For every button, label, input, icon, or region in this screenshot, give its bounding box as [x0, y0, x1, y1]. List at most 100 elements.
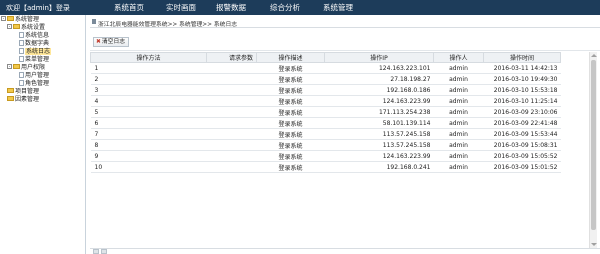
cell-ip: 124.163.223.99	[324, 150, 434, 162]
table-row[interactable]: 9 登录系统 124.163.223.99 admin 2016-03-09 15:05…	[90, 150, 561, 162]
file-icon	[19, 80, 24, 86]
table-row[interactable]: 4 登录系统 124.163.223.99 admin 2016-03-10 11:25…	[90, 95, 561, 107]
clear-log-button[interactable]: ✖清空日志	[93, 37, 130, 47]
col-time[interactable]: 操作时间	[483, 52, 561, 63]
cell-time: 2016-03-10 15:53:18	[483, 84, 561, 96]
cell-params	[206, 73, 257, 85]
cell-params	[206, 150, 257, 162]
table-header-row: 操作方法 请求参数 操作描述 操作IP 操作人 操作时间	[90, 52, 561, 63]
tree-node-factor-admin[interactable]: 因素管理	[7, 96, 39, 104]
cell-params	[206, 106, 257, 118]
collapse-icon[interactable]: -	[7, 24, 12, 29]
col-desc[interactable]: 操作描述	[256, 52, 325, 63]
table-row[interactable]: 7 登录系统 113.57.245.158 admin 2016-03-09 15:53…	[90, 128, 561, 140]
cell-params	[206, 62, 257, 74]
scroll-thumb[interactable]	[591, 60, 596, 230]
cell-params	[206, 84, 257, 96]
cell-ip: 192.168.0.241	[324, 161, 434, 173]
tree-node-data-dict[interactable]: 数据字典	[19, 40, 49, 48]
tree-node-user-perm[interactable]: - 用户权限	[7, 64, 45, 72]
tree-node-menu-admin[interactable]: 菜单管理	[19, 56, 49, 64]
toolbar: ✖清空日志	[90, 33, 600, 51]
top-header: 欢迎【admin】登录 系统首页 实时画面 报警数据 综合分析 系统管理	[0, 0, 600, 15]
welcome-text: 欢迎【admin】登录	[6, 4, 70, 12]
nav-analysis[interactable]: 综合分析	[270, 2, 300, 13]
cell-user: admin	[433, 106, 484, 118]
file-icon	[19, 56, 24, 62]
delete-icon: ✖	[96, 39, 101, 45]
tree-node-project-admin[interactable]: 项目管理	[7, 88, 39, 96]
cell-time: 2016-03-10 19:49:30	[483, 73, 561, 85]
tree-node-system-info[interactable]: 系统信息	[19, 32, 49, 40]
table-row[interactable]: 2 登录系统 27.18.198.27 admin 2016-03-10 19:49:3…	[90, 73, 561, 85]
table-row[interactable]: 5 登录系统 171.113.254.238 admin 2016-03-09 23:1…	[90, 106, 561, 118]
col-ip[interactable]: 操作IP	[324, 52, 434, 63]
cell-time: 2016-03-09 15:05:52	[483, 150, 561, 162]
cell-method: 8	[90, 139, 207, 151]
cell-desc: 登录系统	[256, 73, 325, 85]
cell-user: admin	[433, 95, 484, 107]
cell-time: 2016-03-09 15:08:31	[483, 139, 561, 151]
cell-time: 2016-03-10 11:25:14	[483, 95, 561, 107]
nav-alarm[interactable]: 报警数据	[216, 2, 246, 13]
tree-node-user-admin[interactable]: 用户管理	[19, 72, 49, 80]
cell-ip: 113.57.245.158	[324, 139, 434, 151]
nav-home[interactable]: 系统首页	[114, 2, 144, 13]
cell-user: admin	[433, 139, 484, 151]
cell-ip: 27.18.198.27	[324, 73, 434, 85]
col-method[interactable]: 操作方法	[90, 52, 207, 63]
tree-node-role-admin[interactable]: 角色管理	[19, 80, 49, 88]
table-row[interactable]: 10 登录系统 192.168.0.241 admin 2016-03-09 15:01…	[90, 161, 561, 173]
cell-desc: 登录系统	[256, 117, 325, 129]
cell-method: 2	[90, 73, 207, 85]
cell-user: admin	[433, 150, 484, 162]
prev-page-icon[interactable]	[101, 249, 107, 254]
cell-method: 10	[90, 161, 207, 173]
cell-time: 2016-03-11 14:42:13	[483, 62, 561, 74]
file-icon	[19, 72, 24, 78]
cell-method: 4	[90, 95, 207, 107]
col-params[interactable]: 请求参数	[206, 52, 257, 63]
collapse-icon[interactable]: -	[7, 64, 12, 69]
cell-method: 9	[90, 150, 207, 162]
tree-node-system-log[interactable]: 系统日志	[19, 48, 52, 56]
collapse-icon[interactable]: -	[1, 16, 6, 21]
cell-params	[206, 117, 257, 129]
cell-ip: 124.163.223.101	[324, 62, 434, 74]
vertical-scrollbar[interactable]	[589, 52, 597, 248]
table-row[interactable]: 6 登录系统 58.101.139.114 admin 2016-03-09 22:41…	[90, 117, 561, 129]
cell-desc: 登录系统	[256, 161, 325, 173]
file-icon	[19, 32, 24, 38]
cell-method: 5	[90, 106, 207, 118]
cell-desc: 登录系统	[256, 128, 325, 140]
tree-node-system-admin[interactable]: - 系统管理	[1, 16, 39, 24]
cell-method: 3	[90, 84, 207, 96]
cell-user: admin	[433, 117, 484, 129]
first-page-icon[interactable]	[93, 249, 99, 254]
cell-params	[206, 128, 257, 140]
breadcrumb: 浙江北辰电器能效管理系统>> 系统管理>> 系统日志	[90, 16, 600, 28]
cell-ip: 58.101.139.114	[324, 117, 434, 129]
cell-method: 7	[90, 128, 207, 140]
location-icon	[92, 19, 96, 24]
file-icon	[19, 40, 24, 46]
col-user[interactable]: 操作人	[433, 52, 484, 63]
cell-params	[206, 161, 257, 173]
nav-realtime[interactable]: 实时画面	[166, 2, 196, 13]
tree-node-system-settings[interactable]: - 系统设置	[7, 24, 45, 32]
table-row[interactable]: 3 登录系统 192.168.0.186 admin 2016-03-10 15:53:…	[90, 84, 561, 96]
table-row[interactable]: 1 登录系统 124.163.223.101 admin 2016-03-11 14:4…	[90, 62, 561, 74]
table-row[interactable]: 8 登录系统 113.57.245.158 admin 2016-03-09 15:08…	[90, 139, 561, 151]
nav-system[interactable]: 系统管理	[323, 2, 353, 13]
cell-method: 1	[90, 62, 207, 74]
cell-time: 2016-03-09 22:41:48	[483, 117, 561, 129]
folder-icon	[13, 24, 20, 29]
scroll-up-icon[interactable]	[591, 54, 597, 57]
cell-user: admin	[433, 62, 484, 74]
cell-user: admin	[433, 73, 484, 85]
cell-ip: 192.168.0.186	[324, 84, 434, 96]
cell-desc: 登录系统	[256, 62, 325, 74]
clear-log-label: 清空日志	[101, 39, 126, 45]
cell-time: 2016-03-09 23:10:06	[483, 106, 561, 118]
scroll-down-icon[interactable]	[591, 243, 597, 246]
